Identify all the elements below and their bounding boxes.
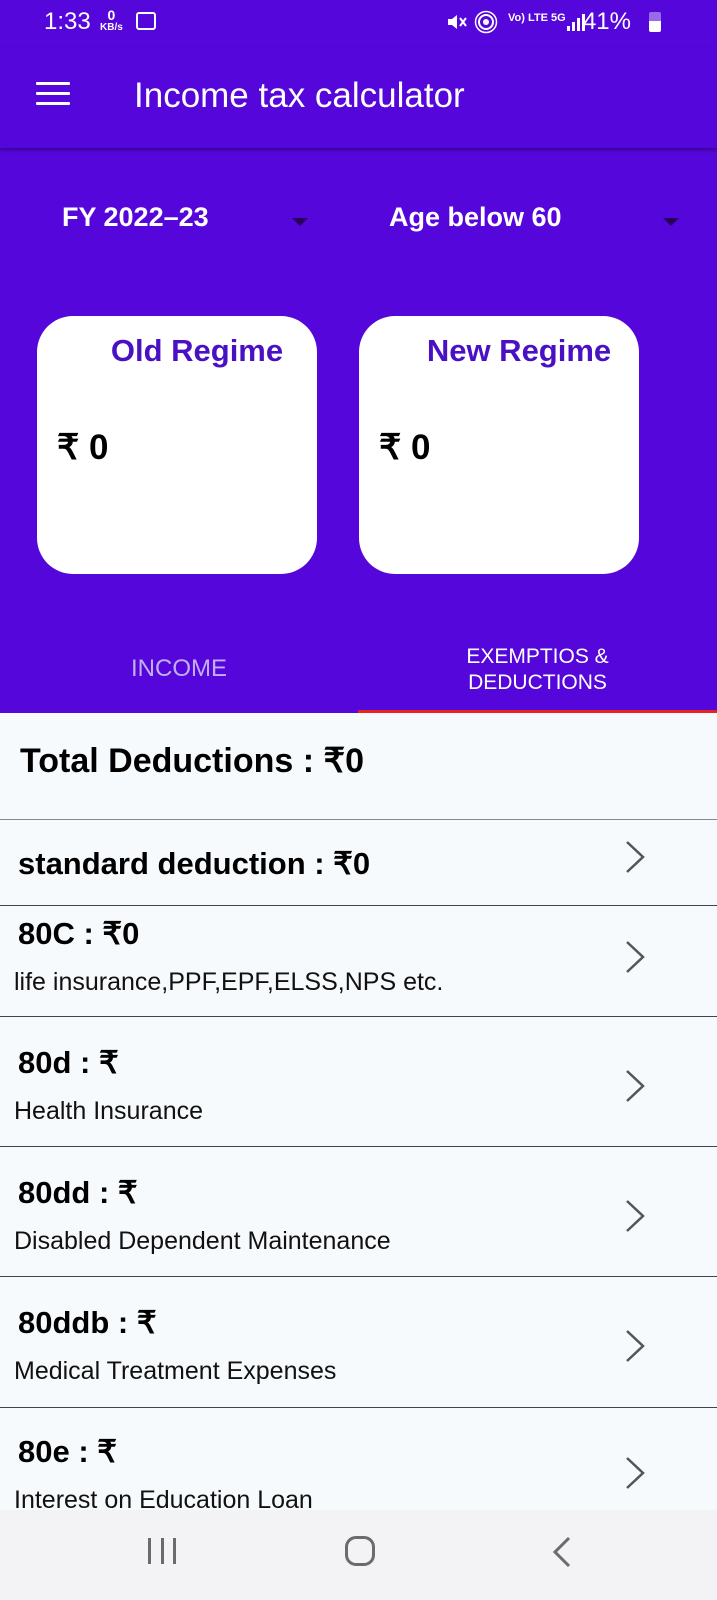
chevron-right-icon: [626, 1070, 645, 1102]
deduction-row-description: life insurance,PPF,EPF,ELSS,NPS etc.: [14, 968, 444, 996]
net-speed-indicator: 0 KB/s: [100, 8, 123, 33]
deduction-row-description: Health Insurance: [14, 1097, 204, 1125]
old-regime-amount: ₹ 0: [57, 428, 109, 467]
deduction-row-description: Interest on Education Loan: [14, 1486, 313, 1510]
chevron-right-icon: [626, 1457, 645, 1489]
total-deductions-label: Total Deductions : ₹0: [20, 742, 365, 780]
hamburger-menu-icon[interactable]: [36, 82, 70, 108]
chevron-right-icon: [626, 941, 645, 973]
new-regime-amount: ₹ 0: [379, 428, 431, 467]
app-bar: Income tax calculator: [0, 48, 717, 148]
summary-panel: FY 2022–23 Age below 60 Old Regime ₹ 0 N…: [0, 148, 717, 714]
mute-icon: [446, 12, 468, 37]
system-navigation-bar: [0, 1510, 717, 1600]
tab-deductions-line1: EXEMPTIOS &: [466, 645, 609, 668]
deduction-row-description: Medical Treatment Expenses: [14, 1357, 337, 1385]
battery-percentage: 41%: [582, 8, 631, 35]
battery-icon: [649, 12, 661, 32]
deduction-row-standard[interactable]: standard deduction : ₹0: [0, 820, 717, 906]
deduction-row-80ddb[interactable]: 80ddb : ₹ Medical Treatment Expenses: [0, 1277, 717, 1408]
back-icon[interactable]: [552, 1536, 572, 1568]
new-regime-card[interactable]: New Regime ₹ 0: [359, 316, 639, 574]
status-bar: 1:33 0 KB/s Vo) LTE 5G 41%: [0, 0, 717, 48]
deduction-row-title: 80ddb : ₹: [18, 1305, 157, 1340]
deduction-row-80d[interactable]: 80d : ₹ Health Insurance: [0, 1017, 717, 1147]
caret-down-icon: [663, 218, 679, 226]
home-icon[interactable]: [345, 1536, 375, 1566]
network-type-label: Vo) LTE 5G: [508, 12, 566, 24]
chevron-right-icon: [626, 841, 645, 873]
recent-apps-icon[interactable]: [148, 1538, 176, 1564]
deduction-row-title: 80e : ₹: [18, 1434, 117, 1469]
deduction-row-description: Disabled Dependent Maintenance: [14, 1227, 391, 1255]
deduction-row-title: 80C : ₹0: [18, 916, 140, 951]
deduction-row-title: 80d : ₹: [18, 1045, 119, 1080]
net-speed-unit: KB/s: [100, 22, 123, 33]
chevron-right-icon: [626, 1200, 645, 1232]
deduction-row-80c[interactable]: 80C : ₹0 life insurance,PPF,EPF,ELSS,NPS…: [0, 906, 717, 1017]
status-time: 1:33: [44, 8, 91, 35]
deduction-row-80dd[interactable]: 80dd : ₹ Disabled Dependent Maintenance: [0, 1147, 717, 1277]
total-deductions-section: Total Deductions : ₹0: [0, 713, 717, 820]
page-title: Income tax calculator: [134, 76, 465, 115]
old-regime-title: Old Regime: [110, 333, 284, 368]
net-speed-value: 0: [107, 7, 116, 23]
fy-dropdown-value: FY 2022–23: [62, 202, 209, 232]
age-dropdown[interactable]: Age below 60: [389, 202, 689, 242]
hotspot-icon: [474, 10, 498, 39]
deduction-row-80e[interactable]: 80e : ₹ Interest on Education Loan: [0, 1408, 717, 1510]
gallery-notification-icon: [136, 12, 156, 30]
tab-deductions-line2: DEDUCTIONS: [468, 671, 607, 694]
chevron-right-icon: [626, 1330, 645, 1362]
old-regime-card[interactable]: Old Regime ₹ 0: [37, 316, 317, 574]
deduction-row-title: standard deduction : ₹0: [18, 846, 371, 881]
fy-dropdown[interactable]: FY 2022–23: [62, 202, 312, 242]
tab-exemptions-deductions[interactable]: EXEMPTIOS & DEDUCTIONS: [358, 644, 717, 719]
deduction-row-title: 80dd : ₹: [18, 1175, 138, 1210]
age-dropdown-value: Age below 60: [389, 202, 562, 232]
caret-down-icon: [292, 218, 308, 226]
new-regime-title: New Regime: [426, 333, 612, 368]
